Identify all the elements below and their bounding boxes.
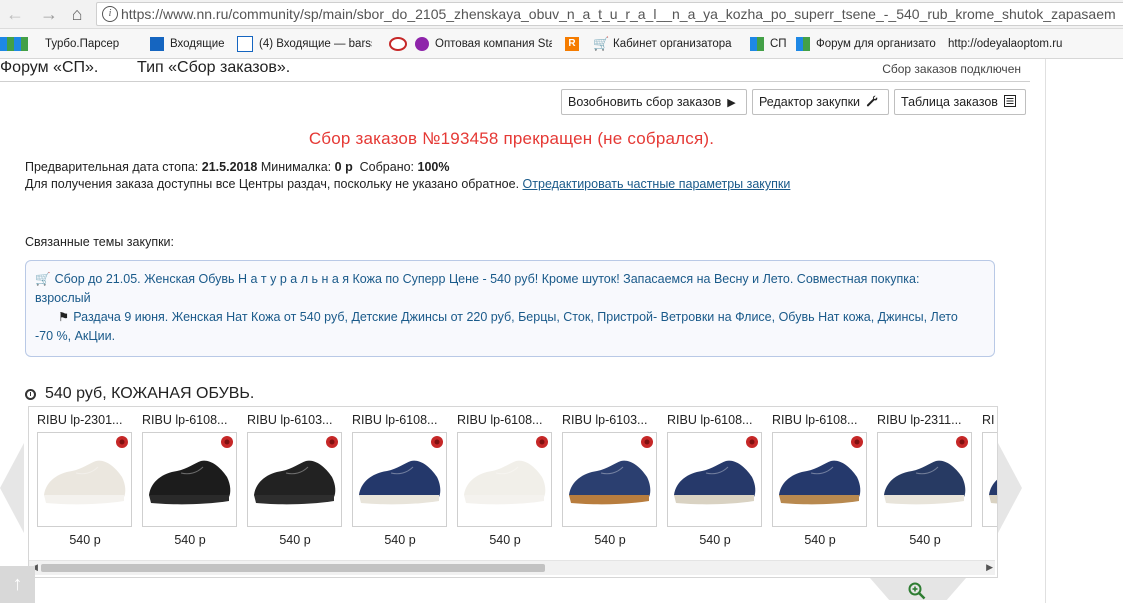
product-name[interactable]: RIBU lp-6108...: [772, 413, 877, 427]
forum-title[interactable]: Форум «СП».: [0, 59, 98, 77]
windows-icon: [14, 37, 28, 51]
product-price: 540 р: [594, 533, 626, 547]
product-name[interactable]: RIBU lp-2311...: [877, 413, 982, 427]
product-price: 540 р: [384, 533, 416, 547]
bookmark-r[interactable]: R: [565, 35, 585, 53]
play-icon: ▶: [727, 96, 736, 109]
r-icon: R: [565, 37, 579, 51]
product-image[interactable]: [772, 432, 867, 527]
product-name[interactable]: RIBU lp-2301...: [37, 413, 142, 427]
bookmark-odeyala[interactable]: http://odeyalaoptom.ru: [948, 35, 1084, 53]
bookmark-inbox[interactable]: Входящие: [150, 35, 225, 53]
back-arrow-icon[interactable]: ←: [4, 3, 26, 25]
forward-arrow-icon[interactable]: →: [38, 3, 60, 25]
clock-icon: [25, 388, 36, 400]
related-topic-distribution-cont[interactable]: -70 %, АкЦии.: [35, 327, 115, 346]
bookmark-gmail[interactable]: (4) Входящие — barss: [237, 35, 372, 53]
table-icon: [1003, 94, 1016, 110]
product-image[interactable]: [352, 432, 447, 527]
product-name[interactable]: RIBU lp-6108...: [352, 413, 457, 427]
product-price: 540 р: [69, 533, 101, 547]
forum-type: Тип «Сбор заказов».: [137, 59, 291, 76]
minimum-amount: 0 р: [334, 160, 353, 174]
browser-toolbar: ← → ⌂ i https://www.nn.ru/community/sp/m…: [0, 0, 1123, 29]
info-icon[interactable]: i: [102, 6, 118, 22]
cart-icon: 🛒: [35, 272, 51, 286]
product-name[interactable]: RIBU lp-6103...: [247, 413, 352, 427]
bookmark-organizer-cabinet[interactable]: 🛒 Кабинет организатора: [593, 35, 733, 53]
product-name[interactable]: RIBU lp-6108...: [457, 413, 562, 427]
product-image[interactable]: [982, 432, 997, 527]
scroll-right-arrow-icon[interactable]: ▶: [986, 562, 993, 573]
scrollbar-thumb[interactable]: [41, 564, 545, 572]
stop-date: 21.5.2018: [201, 160, 258, 174]
gmail-icon: [237, 36, 253, 52]
product-image[interactable]: [142, 432, 237, 527]
edit-purchase-params-link[interactable]: Отредактировать частные параметры закупк…: [523, 177, 791, 191]
bookmark-wholesale[interactable]: Оптовая компания Sta: [415, 35, 552, 53]
page-content: Форум «СП». Тип «Сбор заказов». Сбор зак…: [0, 59, 1045, 603]
product-price: 540 р: [279, 533, 311, 547]
purchase-info: Предварительная дата стопа: 21.5.2018 Ми…: [25, 160, 450, 174]
collection-status: Сбор заказов подключен: [882, 62, 1021, 76]
up-arrow-icon: ↑: [12, 573, 23, 595]
related-topic-collection[interactable]: 🛒 Сбор до 21.05. Женская Обувь Н а т у р …: [35, 270, 919, 289]
windows-icon: [750, 37, 764, 51]
purchase-editor-button[interactable]: Редактор закупки: [752, 89, 889, 115]
cart-icon: 🛒: [593, 36, 610, 51]
related-topic-distribution[interactable]: ⚑ Раздача 9 июня. Женская Нат Кожа от 540…: [58, 308, 958, 327]
product-name[interactable]: RIBU lp-6103...: [562, 413, 667, 427]
purple-circle-icon: [415, 37, 429, 51]
product-image[interactable]: [457, 432, 552, 527]
gallery-prev-arrow[interactable]: [0, 443, 24, 533]
product-image[interactable]: [667, 432, 762, 527]
address-bar-url[interactable]: https://www.nn.ru/community/sp/main/sbor…: [121, 6, 1116, 22]
product-name[interactable]: RIBU lp-6108...: [142, 413, 247, 427]
mail-icon: [150, 37, 164, 51]
bookmark-2[interactable]: [14, 35, 34, 53]
section-title: 540 руб, КОЖАНАЯ ОБУВЬ.: [25, 385, 254, 403]
product-price: 540 р: [699, 533, 731, 547]
address-bar[interactable]: i https://www.nn.ru/community/sp/main/sb…: [96, 2, 1123, 26]
windows-icon: [0, 37, 14, 51]
product-image[interactable]: [562, 432, 657, 527]
gallery-next-arrow[interactable]: [998, 443, 1022, 533]
product-price: 540 р: [804, 533, 836, 547]
product-gallery: RIBU lp-2301... 540 р RIBU lp-6108... 540 р…: [28, 406, 998, 578]
product-image[interactable]: [247, 432, 342, 527]
orders-table-button[interactable]: Таблица заказов: [894, 89, 1026, 115]
zoom-in-icon[interactable]: [908, 582, 926, 600]
product-price: 540 р: [909, 533, 941, 547]
product-image[interactable]: [877, 432, 972, 527]
pickup-info: Для получения заказа доступны все Центры…: [25, 177, 791, 191]
bookmark-turbo-parser[interactable]: Турбо.Парсер: [45, 35, 119, 53]
related-topic-collection-cont[interactable]: взрослый: [35, 289, 91, 308]
resume-collection-button[interactable]: Возобновить сбор заказов ▶: [561, 89, 747, 115]
collected-percent: 100%: [417, 160, 450, 174]
bookmarks-bar: Турбо.Парсер Входящие (4) Входящие — bar…: [0, 29, 1123, 59]
wrench-icon: [866, 95, 878, 110]
bookmark-organizers-forum[interactable]: Форум для организато: [796, 35, 936, 53]
scroll-to-top-button[interactable]: ↑: [0, 566, 35, 603]
gallery-scrollbar[interactable]: ◀ ▶: [29, 560, 995, 575]
windows-icon: [796, 37, 810, 51]
product-name[interactable]: RIBU lp-6108...: [667, 413, 772, 427]
related-topics-label: Связанные темы закупки:: [25, 235, 175, 249]
bookmark-sp[interactable]: СП: [750, 35, 787, 53]
home-icon[interactable]: ⌂: [66, 3, 88, 25]
flag-icon: ⚑: [58, 310, 70, 324]
yo-icon: [389, 37, 407, 51]
product-price: 540 р: [489, 533, 521, 547]
forum-header: Форум «СП». Тип «Сбор заказов». Сбор зак…: [0, 59, 1030, 82]
product-price: 540 р: [174, 533, 206, 547]
product-image[interactable]: [37, 432, 132, 527]
product-name[interactable]: RI: [982, 413, 997, 427]
zoom-tab[interactable]: [870, 578, 968, 603]
collection-closed-message: Сбор заказов №193458 прекращен (не собра…: [308, 129, 715, 148]
related-topics-box: 🛒 Сбор до 21.05. Женская Обувь Н а т у р …: [25, 260, 995, 357]
bookmark-yo[interactable]: [389, 35, 413, 53]
right-column: [1045, 59, 1123, 603]
